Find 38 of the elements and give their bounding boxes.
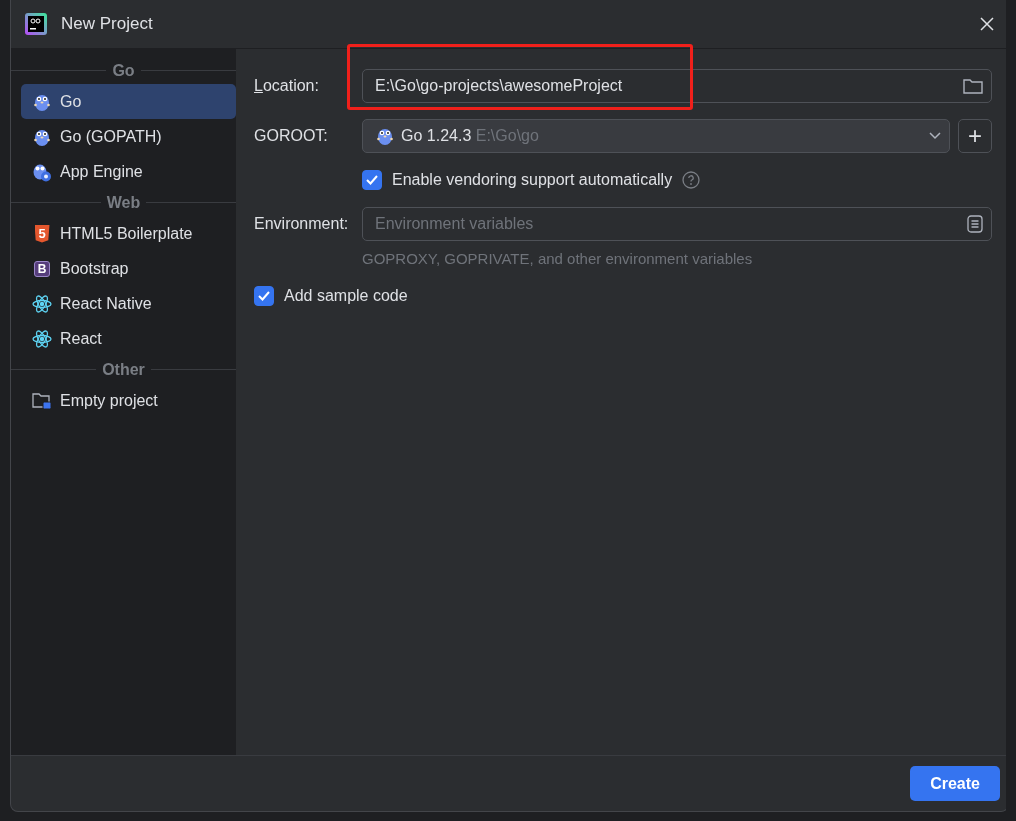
- folder-icon: [32, 391, 52, 410]
- goroot-dropdown[interactable]: Go 1.24.3 E:\Go\go: [362, 119, 950, 153]
- sidebar-item[interactable]: React Native: [21, 286, 236, 321]
- html5-icon: 5: [34, 224, 50, 243]
- sample-code-label: Add sample code: [284, 287, 408, 305]
- sidebar-item[interactable]: 5 HTML5 Boilerplate: [21, 216, 236, 251]
- sidebar-item[interactable]: React: [21, 321, 236, 356]
- close-icon[interactable]: [980, 17, 994, 31]
- group-heading: Go: [112, 61, 135, 80]
- atom-icon: [32, 329, 52, 348]
- checkmark-icon: [365, 174, 379, 186]
- location-field[interactable]: E:\Go\go-projects\awesomeProject: [362, 69, 992, 103]
- group-heading: Web: [106, 193, 141, 212]
- location-label: Location:: [254, 77, 320, 95]
- sidebar-item[interactable]: Go (GOPATH): [21, 119, 236, 154]
- sidebar-item[interactable]: App Engine: [21, 154, 236, 189]
- window-title: New Project: [61, 14, 154, 34]
- environment-label: Environment:: [254, 215, 350, 233]
- folder-icon[interactable]: [963, 78, 983, 94]
- add-button[interactable]: +: [958, 119, 992, 153]
- app-logo-icon: [25, 13, 47, 35]
- checkbox[interactable]: [362, 170, 382, 190]
- chevron-down-icon: [929, 132, 941, 140]
- sidebar-item[interactable]: Go: [21, 84, 236, 119]
- group-heading: Other: [102, 360, 145, 379]
- document-icon[interactable]: [967, 215, 983, 233]
- atom-icon: [32, 294, 52, 313]
- sidebar-item[interactable]: Empty project: [21, 383, 236, 418]
- environment-hint: GOPROXY, GOPRIVATE, and other environment variables: [362, 250, 754, 267]
- create-button[interactable]: Create: [910, 766, 1000, 801]
- gopher-icon: [376, 126, 394, 146]
- checkmark-icon: [257, 290, 271, 302]
- help-icon[interactable]: [682, 171, 701, 189]
- sidebar-item[interactable]: B Bootstrap: [21, 251, 236, 286]
- vendoring-label: Enable vendoring support automatically: [392, 171, 673, 189]
- bootstrap-icon: B: [34, 260, 50, 277]
- checkbox[interactable]: [254, 286, 274, 306]
- goroot-label: GOROOT:: [254, 127, 329, 145]
